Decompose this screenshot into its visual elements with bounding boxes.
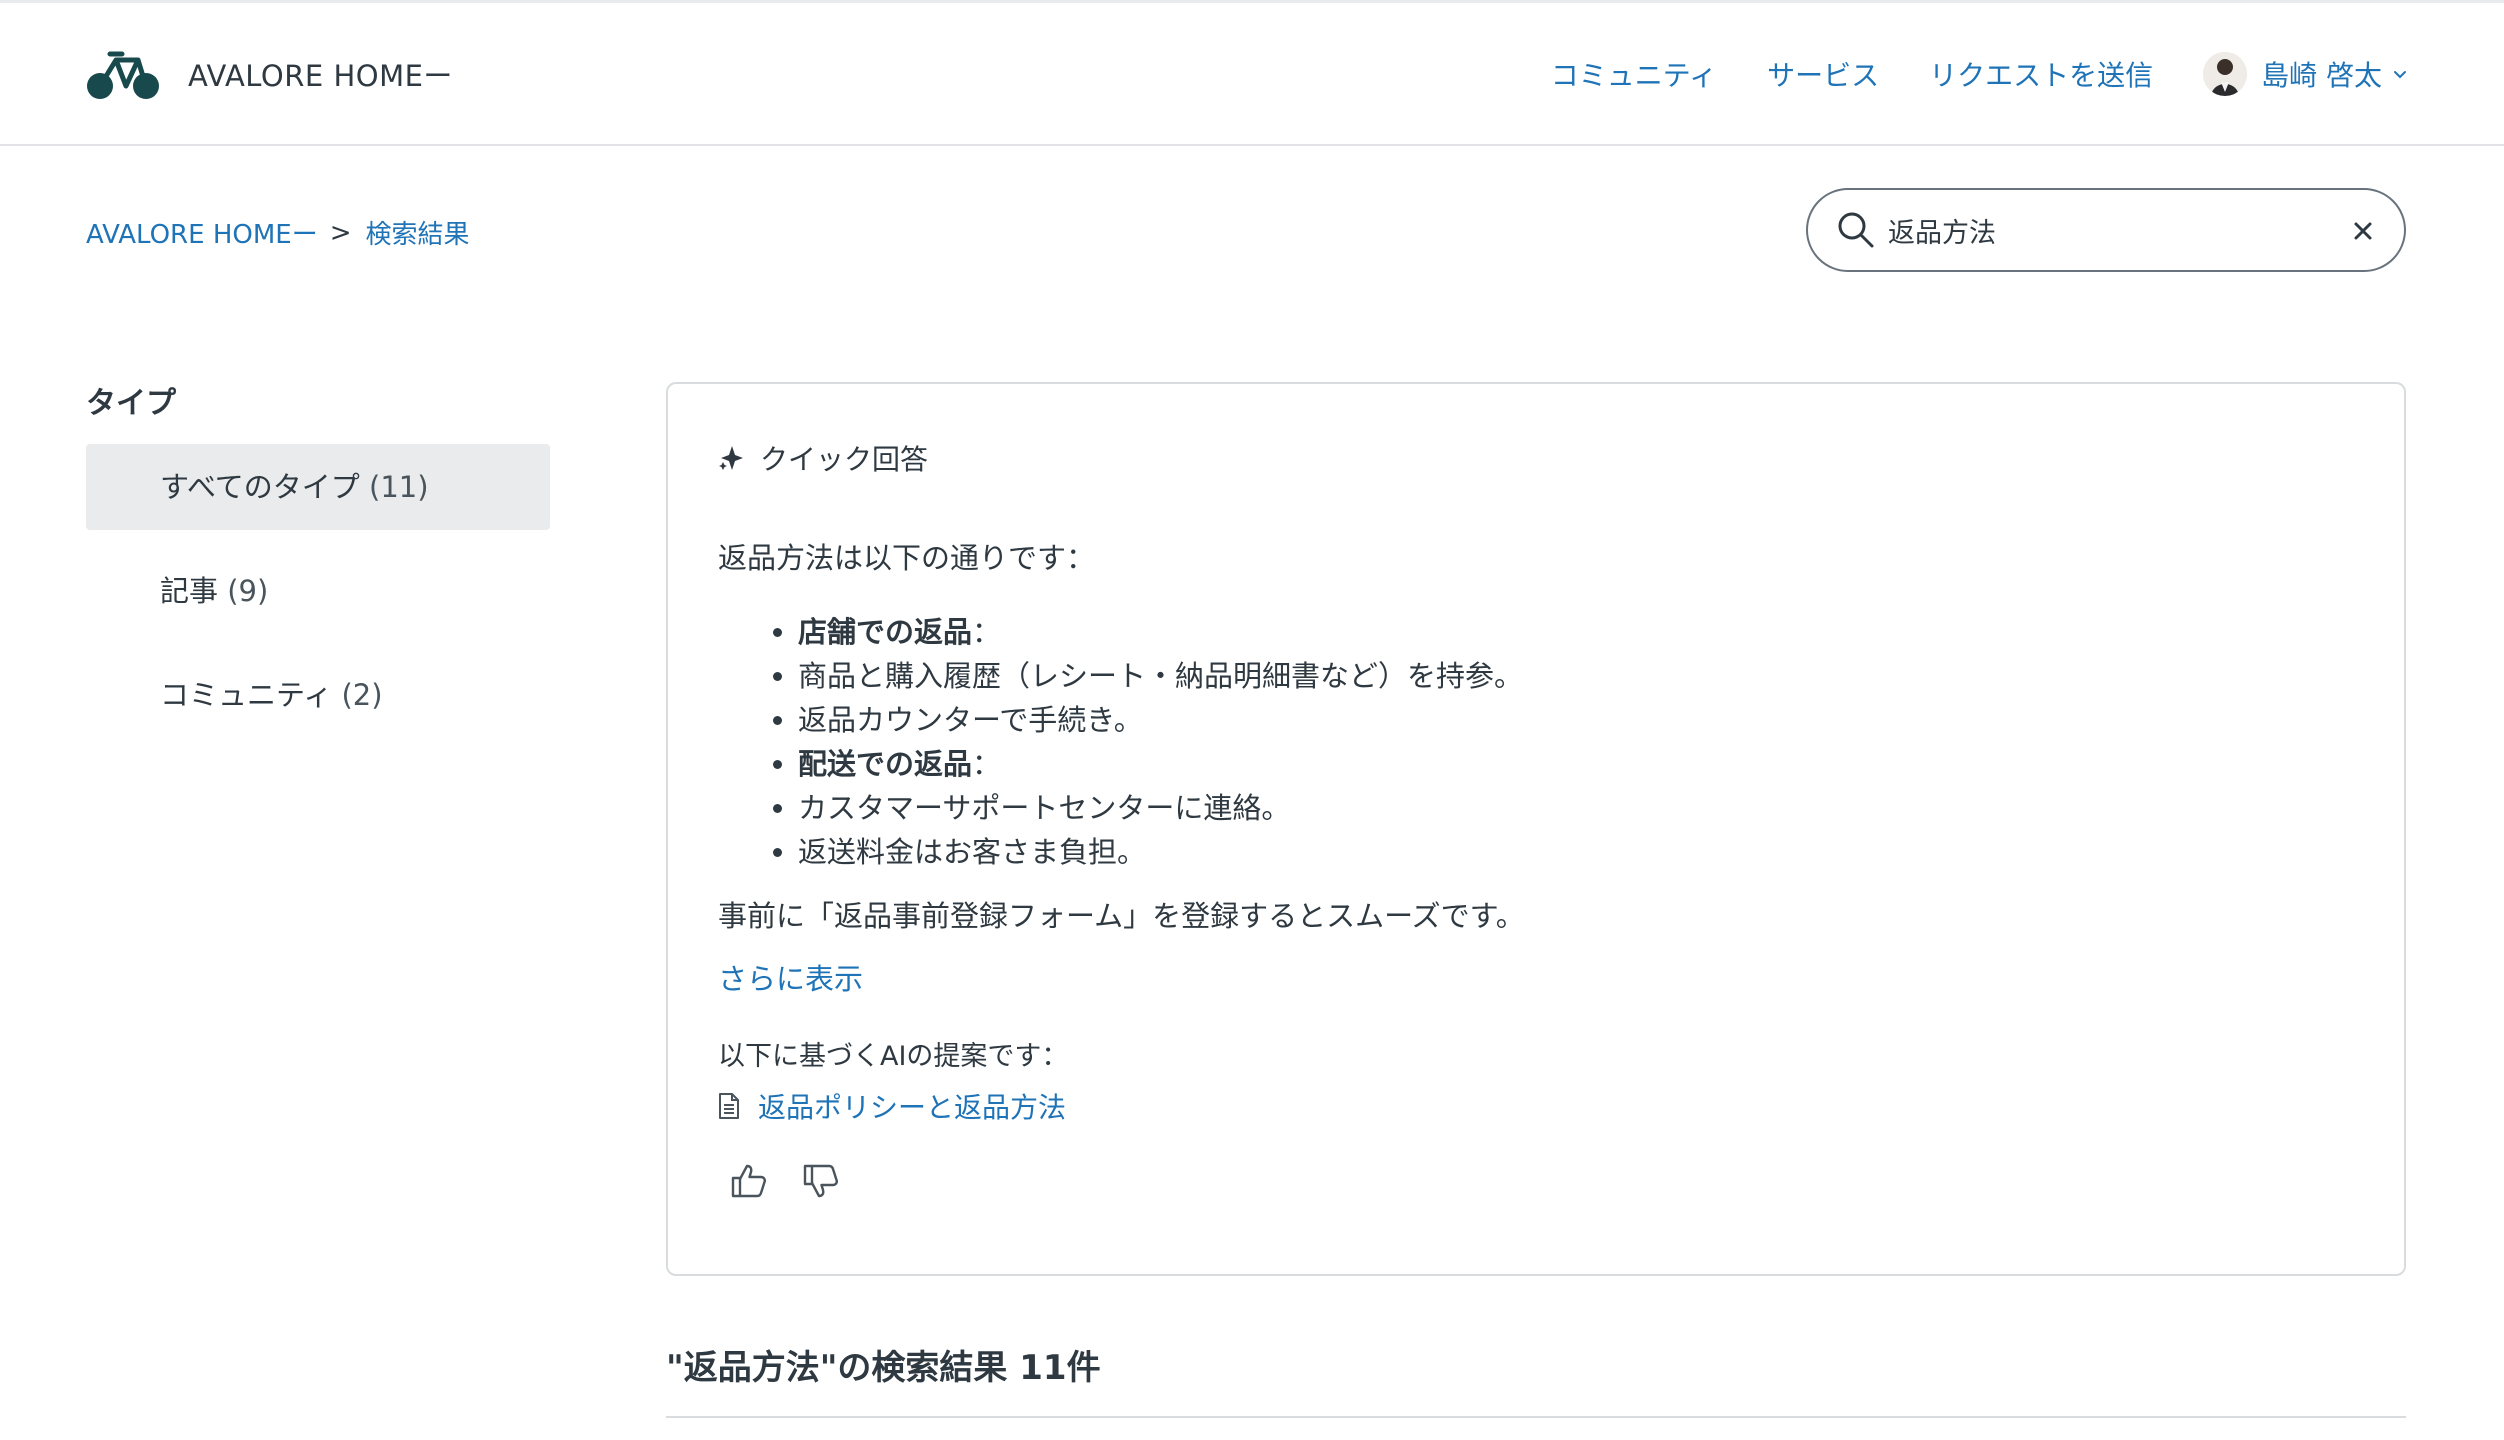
answer-feedback <box>730 1162 874 1200</box>
list-item-text: 返品カウンターで手続き。 <box>798 703 1143 737</box>
filter-articles[interactable]: 記事 (9) <box>86 548 550 634</box>
filter-label: 記事 <box>160 574 219 608</box>
breadcrumb-separator: > <box>329 217 352 248</box>
document-icon <box>719 1093 739 1119</box>
answer-note: 事前に「返品事前登録フォーム」を登録するとスムーズです。 <box>718 899 1525 933</box>
filter-count: (2) <box>341 678 383 712</box>
thumbs-up-icon[interactable] <box>730 1162 768 1200</box>
results-divider <box>666 1416 2406 1418</box>
list-item-bold: 配送での返品 <box>798 747 973 781</box>
quick-answer-title: クイック回答 <box>760 443 929 476</box>
source-article-link[interactable]: 返品ポリシーと返品方法 <box>758 1086 1066 1126</box>
list-item: カスタマーサポートセンターに連絡。 <box>798 786 2358 830</box>
filter-label: コミュニティ <box>160 678 333 712</box>
site-header: AVALORE HOMEー コミュニティ サービス リクエストを送信 島崎 啓太 <box>0 0 2504 146</box>
user-name: 島崎 啓太 <box>2261 59 2382 92</box>
list-item: 店舗での返品： <box>798 610 2358 654</box>
search-input[interactable] <box>1888 204 2328 256</box>
quick-answer-body: 返品方法は以下の通りです： 店舗での返品： 商品と購入履歴（レシート・納品明細書… <box>718 536 2358 938</box>
top-divider <box>0 0 2504 3</box>
list-item-text: カスタマーサポートセンターに連絡。 <box>798 791 1291 825</box>
thumbs-down-icon[interactable] <box>802 1162 840 1200</box>
breadcrumb: AVALORE HOMEー > 検索結果 <box>86 214 470 251</box>
close-icon[interactable] <box>2350 218 2376 244</box>
user-menu[interactable]: 島崎 啓太 <box>2203 52 2408 96</box>
list-item-bold: 店舗での返品 <box>798 615 973 649</box>
list-item-text: 返送料金はお客さま負担。 <box>798 835 1147 869</box>
filter-count: (9) <box>227 574 269 608</box>
ai-suggestion-note: 以下に基づくAIの提案です： <box>718 1041 1069 1072</box>
quick-answer-card: クイック回答 返品方法は以下の通りです： 店舗での返品： 商品と購入履歴（レシー… <box>666 382 2406 1276</box>
answer-list: 店舗での返品： 商品と購入履歴（レシート・納品明細書など）を持参。 返品カウンタ… <box>718 610 2358 874</box>
filter-all-types[interactable]: すべてのタイプ (11) <box>86 444 550 530</box>
list-item: 返送料金はお客さま負担。 <box>798 830 2358 874</box>
brand-name: AVALORE HOMEー <box>188 59 453 93</box>
list-item-text: 商品と購入履歴（レシート・納品明細書など）を持参。 <box>798 659 1524 693</box>
breadcrumb-current-link[interactable]: 検索結果 <box>366 214 470 251</box>
search-box <box>1806 188 2406 272</box>
filter-label: すべてのタイプ <box>160 470 360 504</box>
list-item: 返品カウンターで手続き。 <box>798 698 2358 742</box>
avatar <box>2203 52 2248 96</box>
answer-intro: 返品方法は以下の通りです： <box>718 541 1096 575</box>
brand-home-link[interactable]: AVALORE HOMEー <box>86 44 453 104</box>
search-icon <box>1838 212 1874 248</box>
bicycle-logo-icon <box>87 51 159 99</box>
type-filter-sidebar: タイプ すべてのタイプ (11) 記事 (9) コミュニティ (2) <box>86 380 550 756</box>
filter-heading: タイプ <box>86 386 176 421</box>
breadcrumb-home-link[interactable]: AVALORE HOMEー <box>86 214 318 251</box>
quick-answer-header: クイック回答 <box>718 438 928 478</box>
list-item: 配送での返品： <box>798 742 2358 786</box>
source-article: 返品ポリシーと返品方法 <box>718 1086 1066 1126</box>
main-nav: コミュニティ サービス リクエストを送信 島崎 啓太 <box>1551 46 2408 102</box>
chevron-down-icon <box>2394 71 2406 79</box>
nav-services-link[interactable]: サービス <box>1767 54 1879 94</box>
filter-count: (11) <box>369 470 429 504</box>
search-results-heading: "返品方法"の検索結果 11件 <box>666 1348 1101 1388</box>
nav-submit-request-link[interactable]: リクエストを送信 <box>1929 54 2153 94</box>
list-item-text: ： <box>972 615 1002 649</box>
filter-community[interactable]: コミュニティ (2) <box>86 652 550 738</box>
show-more-link[interactable]: さらに表示 <box>718 956 863 998</box>
list-item-text: ： <box>972 747 1002 781</box>
nav-community-link[interactable]: コミュニティ <box>1551 54 1717 94</box>
list-item: 商品と購入履歴（レシート・納品明細書など）を持参。 <box>798 654 2358 698</box>
sparkle-icon <box>719 446 743 470</box>
